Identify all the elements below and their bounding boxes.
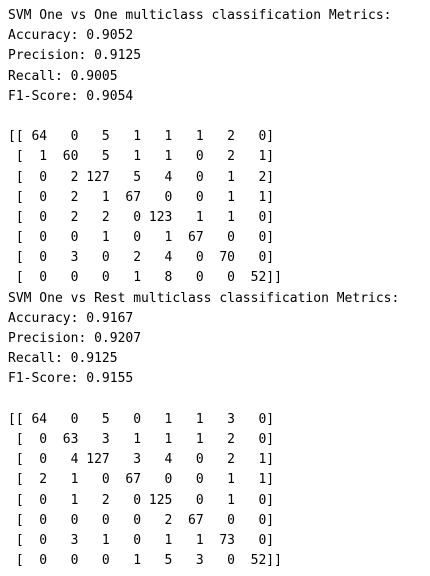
ovr-heading: SVM One vs Rest multiclass classificatio… — [8, 290, 400, 306]
ovo-precision: Precision: 0.9125 — [8, 48, 142, 64]
ovr-matrix-row: [ 0 4 127 3 4 0 2 1] — [8, 452, 275, 468]
ovr-matrix-row: [ 0 3 1 0 1 1 73 0] — [8, 532, 275, 548]
ovr-f1-score: F1-Score: 0.9155 — [8, 371, 134, 387]
ovr-recall: Recall: 0.9125 — [8, 351, 118, 367]
ovo-matrix-row: [ 0 2 127 5 4 0 1 2] — [8, 169, 275, 185]
ovo-matrix-row: [[ 64 0 5 1 1 1 2 0] — [8, 129, 275, 145]
ovr-matrix-row: [ 0 1 2 0 125 0 1 0] — [8, 492, 275, 508]
ovo-matrix-row: [ 0 3 0 2 4 0 70 0] — [8, 250, 275, 266]
ovr-matrix-row: [ 0 0 0 0 2 67 0 0] — [8, 512, 275, 528]
ovr-accuracy: Accuracy: 0.9167 — [8, 310, 134, 326]
ovo-recall: Recall: 0.9005 — [8, 68, 118, 84]
ovo-matrix-row: [ 0 0 0 1 8 0 0 52]] — [8, 270, 282, 286]
ovr-matrix-row: [[ 64 0 5 0 1 1 3 0] — [8, 411, 275, 427]
ovr-matrix-row: [ 0 0 0 1 5 3 0 52]] — [8, 553, 282, 569]
ovo-f1-score: F1-Score: 0.9054 — [8, 88, 134, 104]
console-output: SVM One vs One multiclass classification… — [0, 0, 430, 576]
ovr-matrix-row: [ 2 1 0 67 0 0 1 1] — [8, 472, 275, 488]
ovo-matrix-row: [ 1 60 5 1 1 0 2 1] — [8, 149, 275, 165]
ovo-accuracy: Accuracy: 0.9052 — [8, 28, 134, 44]
ovo-matrix-row: [ 0 2 1 67 0 0 1 1] — [8, 189, 275, 205]
ovo-heading: SVM One vs One multiclass classification… — [8, 8, 392, 23]
ovr-precision: Precision: 0.9207 — [8, 331, 142, 346]
ovo-matrix-row: [ 0 2 2 0 123 1 1 0] — [8, 209, 275, 225]
ovr-matrix-row: [ 0 63 3 1 1 1 2 0] — [8, 431, 275, 447]
ovo-matrix-row: [ 0 0 1 0 1 67 0 0] — [8, 230, 275, 246]
